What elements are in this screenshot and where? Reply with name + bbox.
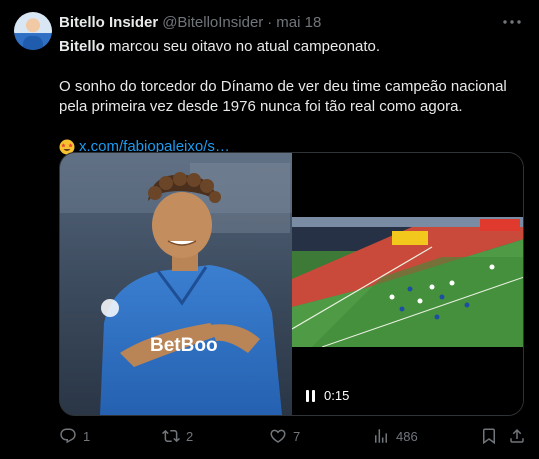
avatar[interactable]	[14, 12, 52, 50]
bookmark-icon	[483, 428, 495, 445]
more-icon[interactable]	[501, 12, 523, 32]
like-button[interactable]: 7	[269, 426, 300, 446]
post-text: Bitello marcou seu oitavo no atual campe…	[59, 37, 524, 157]
views-button[interactable]: 486	[372, 426, 418, 446]
reply-button[interactable]: 1	[59, 426, 90, 446]
post-paragraph-2: O sonho do torcedor do Dínamo de ver deu…	[59, 78, 507, 115]
tweet[interactable]: Bitello Insider @BitelloInsider · mai 18…	[0, 0, 539, 459]
view-count: 486	[396, 428, 418, 444]
share-button[interactable]	[508, 426, 526, 446]
views-icon	[375, 429, 387, 443]
post-date[interactable]: mai 18	[276, 14, 321, 31]
video-player[interactable]: 0:15	[292, 153, 523, 415]
tweet-header: Bitello Insider @BitelloInsider · mai 18	[59, 13, 321, 31]
media-grid: BetBoo 0:15	[59, 152, 524, 416]
repost-count: 2	[186, 428, 194, 444]
share-icon	[510, 428, 524, 443]
post-line-1: Bitello marcou seu oitavo no atual campe…	[59, 37, 524, 57]
repost-icon	[162, 429, 180, 443]
repost-button[interactable]: 2	[162, 426, 193, 446]
reply-count: 1	[83, 428, 91, 444]
action-bar: 1 2 7 486	[59, 426, 526, 446]
svg-text:BetBoo: BetBoo	[150, 335, 218, 356]
video-thumbnail	[292, 217, 523, 347]
player-photo[interactable]: BetBoo	[60, 153, 292, 415]
separator-dot: ·	[267, 13, 273, 31]
video-timestamp: 0:15	[324, 388, 350, 403]
display-name[interactable]: Bitello Insider	[59, 14, 158, 31]
post-line-1-rest: marcou seu oitavo no atual campeonato.	[104, 38, 381, 55]
bookmark-button[interactable]	[480, 426, 498, 446]
reply-icon	[60, 428, 76, 444]
user-handle[interactable]: @BitelloInsider	[162, 14, 263, 31]
pause-icon[interactable]	[306, 389, 316, 402]
like-count: 7	[293, 428, 301, 444]
mention-bold: Bitello	[59, 38, 105, 55]
video-controls: 0:15	[306, 388, 349, 403]
heart-icon	[270, 429, 286, 443]
